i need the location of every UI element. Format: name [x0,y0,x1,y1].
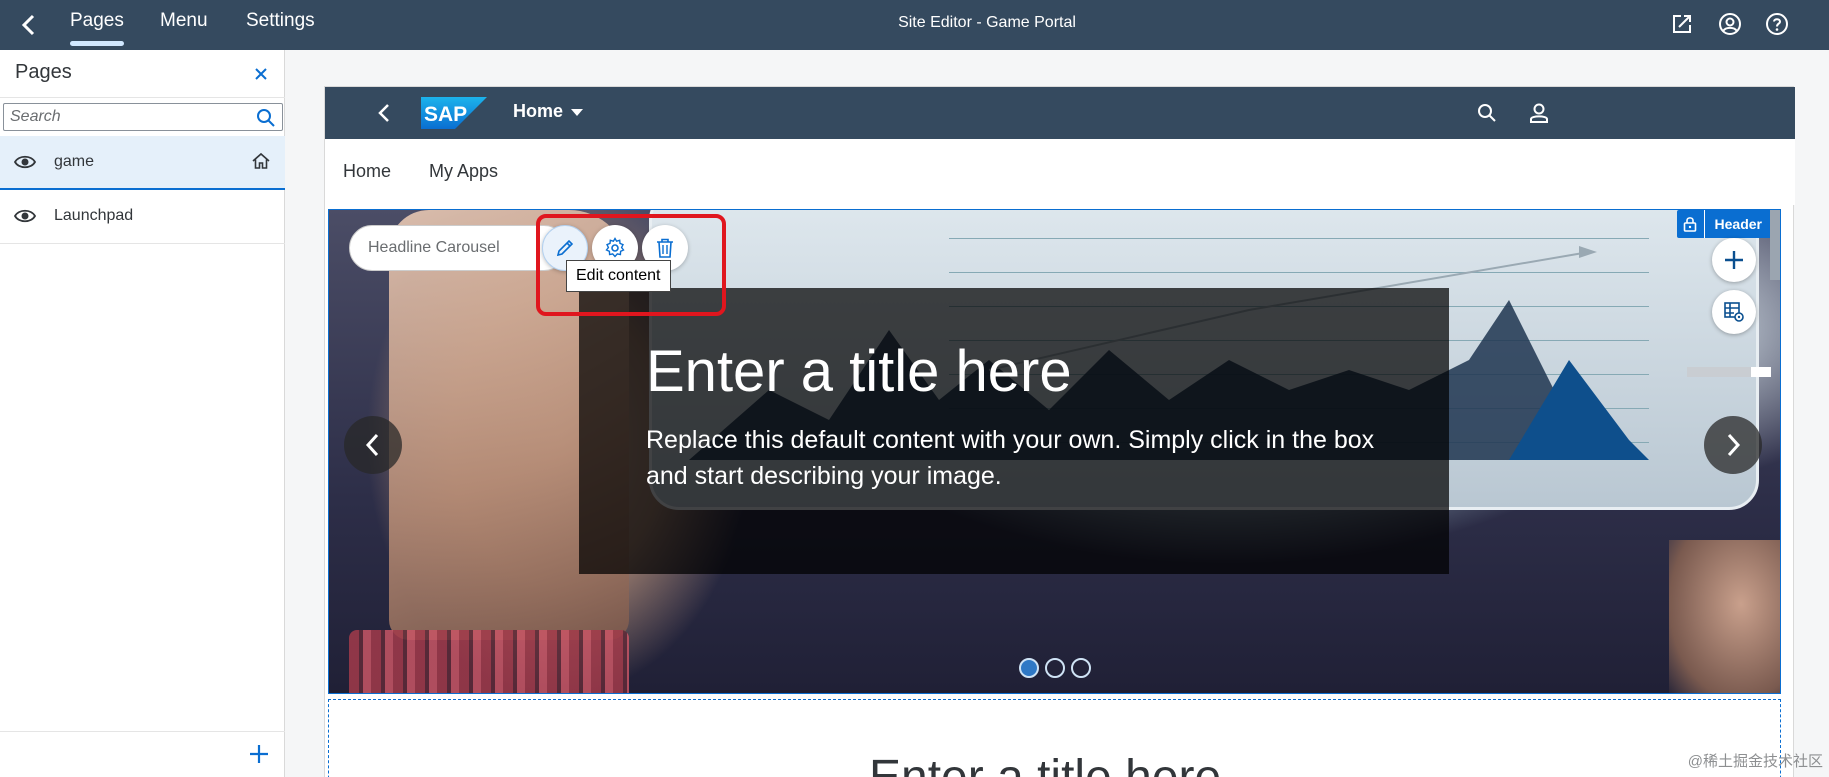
section-header-badge[interactable]: Header [1676,210,1772,238]
right-hand-shape [1669,540,1780,693]
section-2-title[interactable]: Enter a title here [869,750,1221,777]
page-item-label: game [54,153,95,170]
slide-description[interactable]: Replace this default content with your o… [646,422,1386,494]
svg-text:SAP: SAP [424,103,467,126]
carousel-scrollbar[interactable] [1770,210,1780,280]
close-panel-button[interactable] [251,64,271,84]
lock-button[interactable] [1676,210,1705,238]
pages-panel-header: Pages [0,50,285,98]
close-icon [255,68,267,80]
carousel-dot-2[interactable] [1045,658,1065,678]
site-preview: SAP Home Home My Apps Enter a title here… [324,86,1795,777]
editor-canvas: SAP Home Home My Apps Enter a title here… [286,50,1829,777]
carousel-next-button[interactable] [1704,416,1762,474]
help-icon [1766,13,1788,35]
section-header-label: Header [1704,210,1772,238]
widget-name-label: Headline Carousel [368,239,500,256]
help-button[interactable] [1764,11,1790,37]
section-layout-button[interactable] [1712,290,1756,334]
home-icon [252,152,270,169]
shirt-cuff-shape [349,630,629,693]
carousel-dot-3[interactable] [1071,658,1091,678]
pages-panel: Pages game Launchpad [0,50,285,777]
chart-gridline [949,238,1649,239]
shell-title: Site Editor - Game Portal [898,14,1076,31]
site-page-title[interactable]: Home [513,101,563,122]
section-scroll-thumb [1751,367,1771,377]
headline-carousel-section[interactable]: Enter a title here Replace this default … [328,209,1781,694]
page-item-label: Launchpad [54,207,134,224]
page-item-launchpad[interactable]: Launchpad [0,190,285,244]
slide-title[interactable]: Enter a title here [646,338,1072,405]
slide-text-overlay[interactable]: Enter a title here Replace this default … [579,288,1449,574]
share-button[interactable] [1669,11,1695,37]
site-back-button[interactable] [373,101,397,125]
pages-search-input[interactable] [10,107,250,127]
lock-icon [1683,217,1697,232]
search-icon[interactable] [256,108,276,128]
caret-down-icon[interactable] [571,109,583,117]
carousel-pagination [1019,658,1091,678]
edit-content-tooltip: Edit content [566,260,671,292]
table-settings-icon [1724,302,1744,322]
user-button[interactable] [1717,11,1743,37]
carousel-prev-button[interactable] [344,416,402,474]
watermark-text: @稀土掘金技术社区 [1687,753,1823,770]
site-menu-bar: Home My Apps [325,139,1795,205]
user-circle-icon [1719,13,1741,35]
chevron-right-icon [1727,433,1741,457]
site-header-bar: SAP Home [325,87,1795,139]
menu-item-home[interactable]: Home [343,161,391,182]
site-search-icon[interactable] [1475,101,1499,125]
share-icon [1673,15,1691,33]
pages-panel-footer [0,731,285,777]
widget-name-chip[interactable]: Headline Carousel [349,225,567,271]
eye-icon[interactable] [14,207,36,225]
menu-item-my-apps[interactable]: My Apps [429,161,498,182]
shell-bar: Pages Menu Settings Site Editor - Game P… [0,0,1829,50]
site-user-icon[interactable] [1527,101,1551,125]
add-page-button[interactable] [247,742,271,766]
section-scroll-track[interactable] [1687,367,1771,377]
add-section-button[interactable] [1712,238,1756,282]
page-item-game[interactable]: game [0,136,285,190]
eye-icon[interactable] [14,153,36,171]
carousel-dot-1[interactable] [1019,658,1039,678]
pages-panel-title: Pages [15,61,72,83]
plus-icon [1725,251,1743,269]
content-section-2[interactable]: Enter a title here [328,699,1781,777]
sap-logo: SAP [421,97,487,129]
pages-search-field [3,103,283,131]
chevron-left-icon [365,433,379,457]
